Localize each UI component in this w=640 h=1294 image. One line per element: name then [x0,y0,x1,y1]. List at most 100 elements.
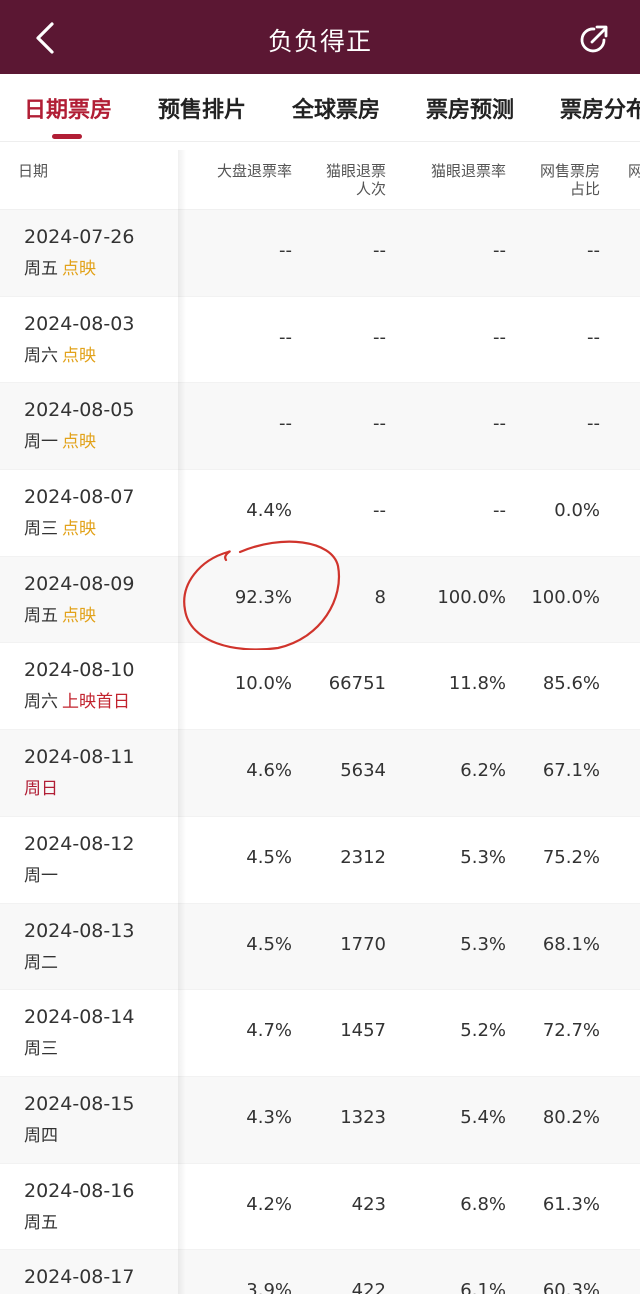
row-weekday: 周五 点映 [24,254,96,279]
market-refund-rate-cell: 4.7% [246,1020,292,1042]
online-share-cell: 0.0% [554,500,600,522]
table-row[interactable]: 2024-08-14 周三 4.7% 1457 5.2% 72.7% [0,990,640,1077]
row-weekday: 周五 点映 [24,601,96,626]
market-refund-rate-cell: 3.9% [246,1280,292,1294]
market-refund-rate-cell: 4.3% [246,1106,292,1128]
row-weekday: 周一 点映 [24,427,96,452]
row-date: 2024-08-16 [24,1179,135,1202]
row-date: 2024-08-12 [24,832,135,855]
preview-tag: 点映 [62,259,96,279]
tab-global-box-office[interactable]: 全球票房 [292,92,380,124]
online-share-cell: -- [587,240,600,261]
row-weekday-label: 周六 [24,692,58,713]
maoyan-refund-rate-cell: -- [493,413,506,435]
maoyan-refund-count-cell: 1457 [340,1020,386,1042]
tab-box-office-distribution[interactable]: 票房分布 [560,92,640,124]
row-weekday-label: 周二 [24,952,58,973]
row-weekday-label: 周五 [24,1212,58,1233]
maoyan-refund-rate-cell: 6.1% [460,1280,506,1294]
maoyan-refund-rate-cell: 6.8% [460,1193,506,1215]
row-weekday: 周二 [24,948,58,973]
row-date: 2024-08-09 [24,572,135,595]
maoyan-refund-count-cell: -- [373,500,386,522]
column-header-maoyan-refund-count: 猫眼退票 人次 [325,162,386,198]
online-share-cell: 67.1% [542,760,600,782]
column-header-date: 日期 [18,162,49,180]
online-share-cell: 60.3% [542,1280,600,1294]
maoyan-refund-count-cell: 5634 [340,760,386,782]
top-bar: 负负得正 [0,0,640,74]
market-refund-rate-cell: 4.5% [246,846,292,868]
tab-bar: 日期票房 预售排片 全球票房 票房预测 票房分布 [0,74,640,142]
online-share-cell: 72.7% [542,1020,600,1042]
table-row[interactable]: 2024-08-03 周六 点映 -- -- -- -- [0,296,640,384]
table-row[interactable]: 2024-08-15 周四 4.3% 1323 5.4% 80.2% [0,1076,640,1164]
market-refund-rate-cell: 4.4% [246,500,292,522]
maoyan-refund-count-cell: 8 [374,586,386,608]
maoyan-refund-rate-cell: 6.2% [460,760,506,782]
maoyan-refund-rate-cell: 5.2% [460,1020,506,1042]
share-icon [580,25,608,53]
table-row[interactable]: 2024-08-12 周一 4.5% 2312 5.3% 75.2% [0,816,640,904]
table-row[interactable]: 2024-08-05 周一 点映 -- -- -- -- [0,383,640,471]
row-weekday-label: 周五 [24,259,58,279]
row-date: 2024-08-07 [24,486,135,509]
market-refund-rate-cell: -- [279,413,292,435]
row-weekday: 周六 上映首日 [24,687,130,712]
maoyan-refund-rate-cell: 5.3% [460,846,506,868]
column-header-market-refund-rate: 大盘退票率 [216,162,292,180]
row-weekday: 周五 [24,1208,58,1233]
row-weekday-label: 周四 [24,1125,58,1146]
maoyan-refund-count-cell: 2312 [340,846,386,868]
row-date: 2024-08-17 [24,1266,135,1289]
row-date: 2024-08-13 [24,919,135,942]
table-row[interactable]: 2024-07-26 周五 点映 -- -- -- -- [0,210,640,297]
online-share-cell: -- [587,413,600,435]
table-row[interactable]: 2024-08-10 周六 上映首日 10.0% 66751 11.8% 85.6% [0,643,640,731]
tab-presale-schedule[interactable]: 预售排片 [158,92,246,124]
maoyan-refund-count-cell: -- [373,326,386,348]
maoyan-refund-rate-cell: 5.3% [460,933,506,955]
row-date: 2024-08-05 [24,399,135,422]
maoyan-refund-count-cell: -- [373,413,386,435]
share-button[interactable] [576,22,612,58]
online-share-cell: 68.1% [542,933,600,955]
table-row[interactable]: 2024-08-07 周三 点映 4.4% -- -- 0.0% [0,470,640,557]
row-date: 2024-08-10 [24,659,135,682]
table-row[interactable]: 2024-08-11 周日 4.6% 5634 6.2% 67.1% [0,730,640,817]
column-header-online-share: 网售票房 占比 [539,162,600,198]
table-row[interactable]: 2024-08-13 周二 4.5% 1770 5.3% 68.1% [0,903,640,991]
table-row[interactable]: 2024-08-09 周五 点映 92.3% 8 100.0% 100.0% [0,556,640,644]
table-row[interactable]: 2024-08-16 周五 4.2% 423 6.8% 61.3% [0,1163,640,1251]
preview-tag: 点映 [62,605,96,626]
page-title: 负负得正 [267,27,372,56]
table-row[interactable]: 2024-08-17 3.9% 422 6.1% 60.3% [0,1250,640,1294]
row-date: 2024-08-03 [24,312,135,335]
column-header-maoyan-refund-rate: 猫眼退票率 [430,162,506,180]
tab-box-office-forecast[interactable]: 票房预测 [426,92,514,124]
active-tab-indicator [52,134,82,139]
online-share-cell: 61.3% [542,1193,600,1215]
row-weekday-label: 周五 [24,605,58,626]
preview-tag: 点映 [62,519,96,540]
row-weekday: 周三 点映 [24,514,96,539]
online-share-cell: 100.0% [531,586,600,608]
online-share-cell: -- [587,326,600,348]
online-share-cell: 80.2% [542,1106,600,1128]
maoyan-refund-count-cell: 1770 [340,933,386,955]
row-weekday: 周三 [24,1034,58,1059]
table-body: 2024-07-26 周五 点映 -- -- -- -- 2024-08-03 周六 点映 -- --… [0,210,640,1294]
preview-tag: 点映 [62,432,96,453]
row-date: 2024-08-11 [24,746,135,769]
preview-tag: 点映 [62,345,96,366]
row-weekday: 周六 点映 [24,341,96,366]
tab-daily-box-office[interactable]: 日期票房 [24,92,112,124]
online-share-cell: 75.2% [542,846,600,868]
row-weekday: 周一 [24,861,58,886]
market-refund-rate-cell: 92.3% [234,586,292,608]
row-weekday: 周日 [24,774,58,799]
row-weekday-label: 周一 [24,432,58,453]
maoyan-refund-count-cell: 1323 [340,1106,386,1128]
table-header: 日期 大盘退票率 猫眼退票 人次 猫眼退票率 网售票房 占比 网 [0,142,640,210]
maoyan-refund-count-cell: 422 [351,1280,386,1294]
